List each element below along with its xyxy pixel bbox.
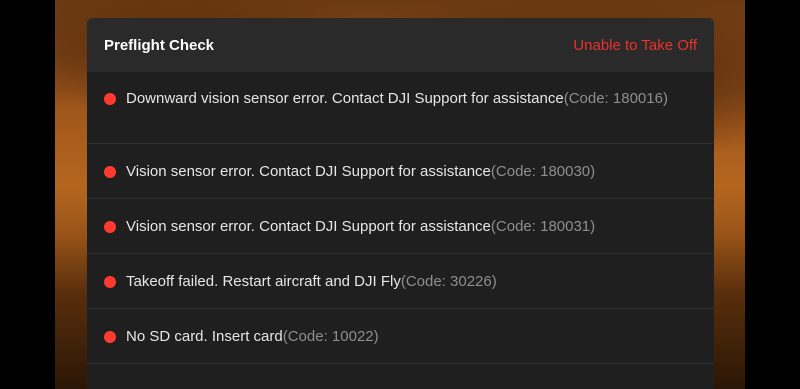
error-message: Takeoff failed. Restart aircraft and DJI… — [126, 273, 401, 290]
error-item: Vision sensor error. Contact DJI Support… — [87, 199, 714, 254]
error-dot-icon — [104, 221, 116, 233]
error-dot-icon — [104, 166, 116, 178]
error-text: Vision sensor error. Contact DJI Support… — [126, 217, 595, 236]
preflight-check-panel: Preflight Check Unable to Take Off Downw… — [87, 18, 714, 389]
error-code: (Code: 180031) — [490, 218, 596, 235]
error-code: (Code: 10022) — [282, 328, 379, 345]
error-text: No SD card. Insert card(Code: 10022) — [126, 327, 379, 346]
error-dot-icon — [104, 331, 116, 343]
error-message: No SD card. Insert card — [126, 328, 283, 345]
error-item: Downward vision sensor error. Contact DJ… — [87, 72, 714, 144]
error-code: (Code: 180016) — [563, 90, 668, 107]
error-text: Vision sensor error. Contact DJI Support… — [126, 162, 595, 181]
error-code: (Code: 180030) — [490, 163, 596, 180]
error-dot-icon — [104, 93, 116, 105]
error-message: Vision sensor error. Contact DJI Support… — [126, 218, 491, 235]
error-item: Takeoff failed. Restart aircraft and DJI… — [87, 254, 714, 309]
panel-header: Preflight Check Unable to Take Off — [87, 18, 714, 72]
error-dot-icon — [104, 276, 116, 288]
error-item: Vision sensor error. Contact DJI Support… — [87, 144, 714, 199]
panel-title: Preflight Check — [104, 36, 215, 54]
error-text: Takeoff failed. Restart aircraft and DJI… — [126, 272, 497, 291]
takeoff-status: Unable to Take Off — [573, 36, 697, 54]
error-text: Downward vision sensor error. Contact DJ… — [126, 89, 668, 108]
error-item: No SD card. Insert card(Code: 10022) — [87, 309, 714, 364]
error-message: Downward vision sensor error. Contact DJ… — [126, 90, 564, 107]
error-list: Downward vision sensor error. Contact DJ… — [87, 72, 714, 364]
error-message: Vision sensor error. Contact DJI Support… — [126, 163, 491, 180]
error-code: (Code: 30226) — [400, 273, 497, 290]
